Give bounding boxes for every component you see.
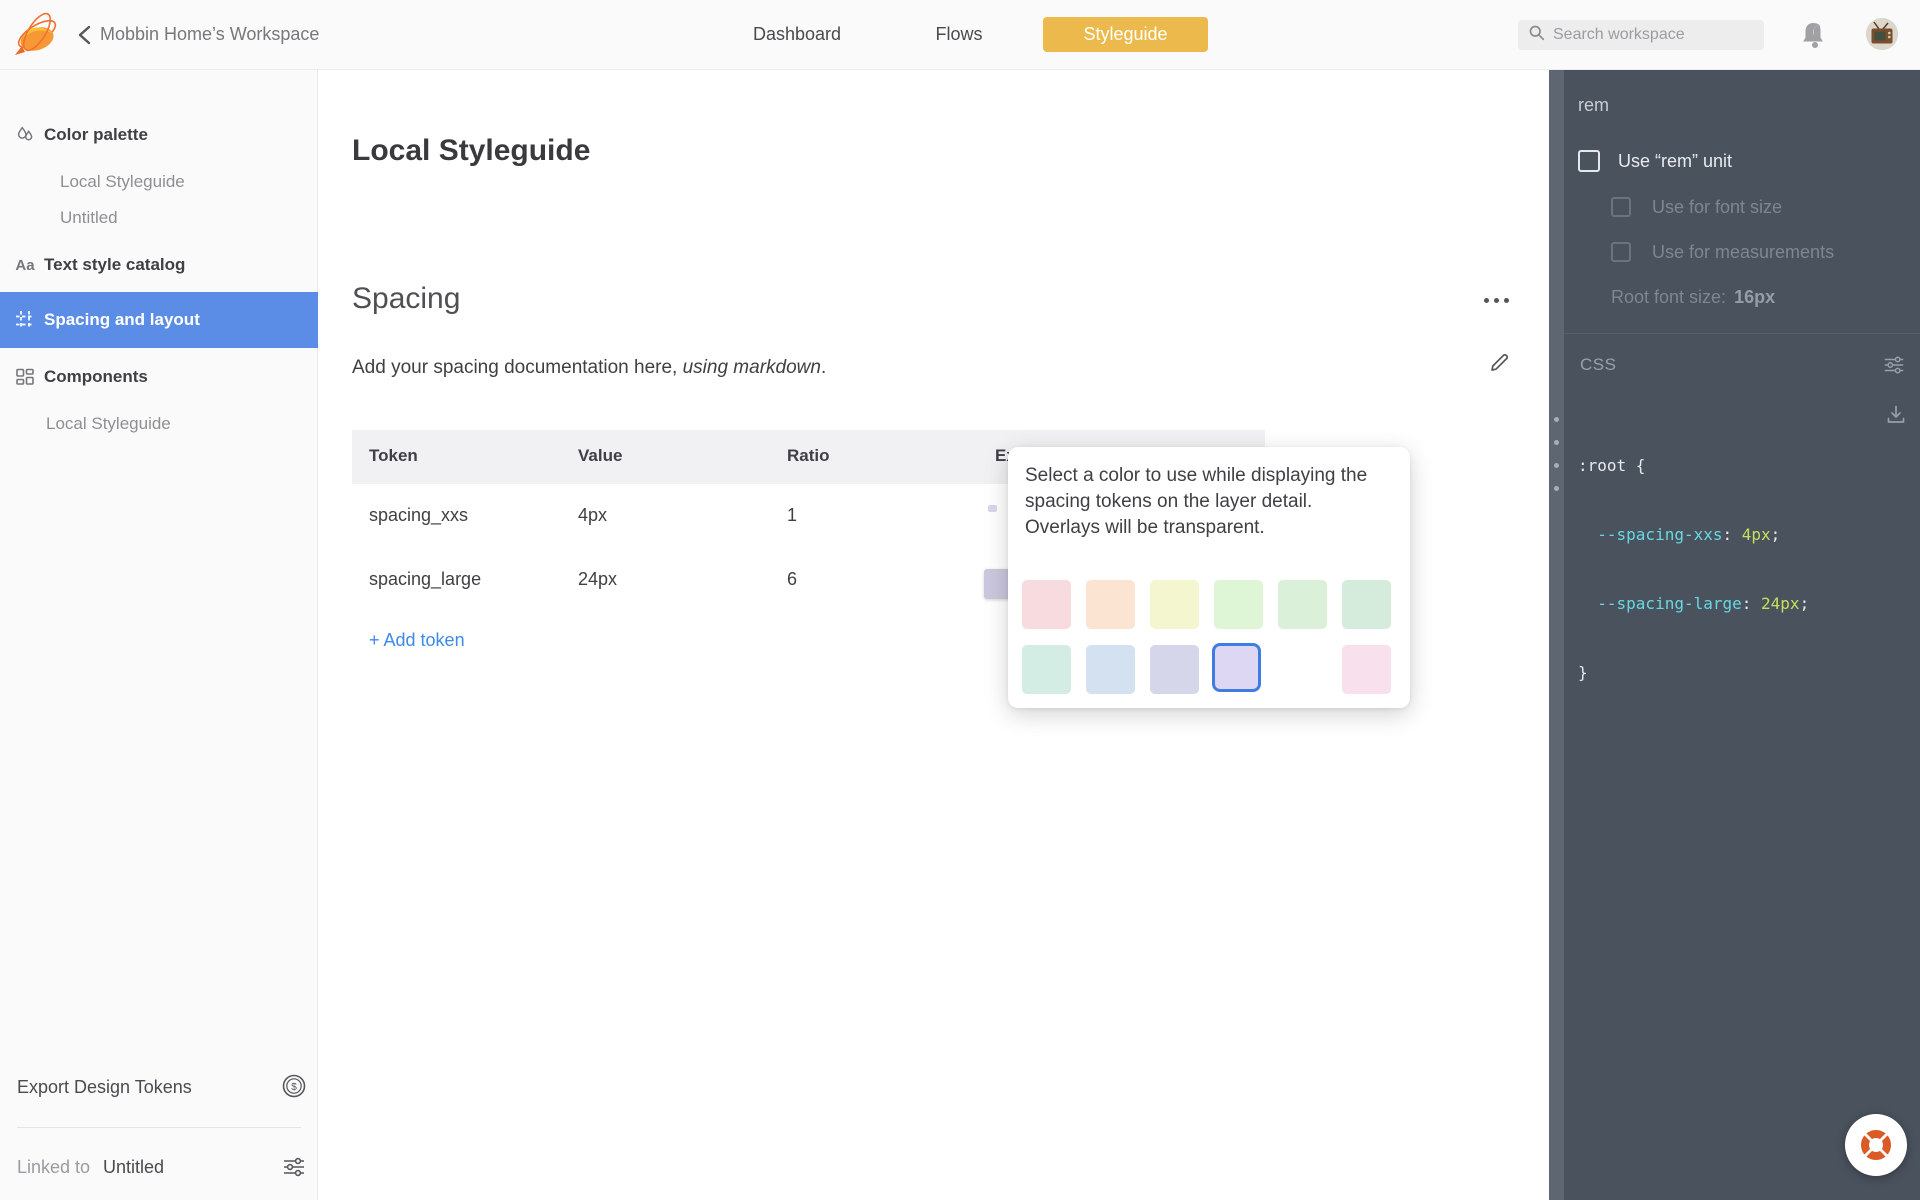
svg-text:$: $ — [291, 1082, 297, 1093]
color-swatch-yellow[interactable] — [1150, 580, 1199, 629]
color-swatch-green[interactable] — [1214, 580, 1263, 629]
use-for-measurements-label: Use for measurements — [1652, 242, 1835, 262]
use-for-font-size-label: Use for font size — [1652, 197, 1783, 217]
tab-styleguide[interactable]: Styleguide — [1043, 17, 1208, 52]
color-swatch-mint[interactable] — [1342, 580, 1391, 629]
export-design-tokens-button[interactable]: Export Design Tokens $ — [0, 1070, 318, 1106]
droplets-icon — [14, 124, 36, 146]
example-swatch-xxs — [988, 505, 997, 512]
sidebar-item-components[interactable]: Components — [0, 359, 318, 395]
search-input[interactable] — [1553, 26, 1753, 44]
tab-flows[interactable]: Flows — [935, 24, 982, 45]
help-lifebuoy-button[interactable] — [1845, 1114, 1907, 1176]
search-box[interactable] — [1518, 20, 1764, 50]
link-settings-sliders-icon[interactable] — [281, 1154, 307, 1180]
token-coin-icon: $ — [281, 1073, 307, 1099]
page-title: Local Styleguide — [352, 134, 591, 167]
lifebuoy-icon — [1861, 1130, 1891, 1160]
search-icon — [1528, 24, 1545, 46]
user-avatar[interactable] — [1866, 18, 1898, 50]
sidebar-item-spacing-and-layout[interactable]: Spacing and layout — [0, 292, 318, 348]
top-bar: Mobbin Home’s Workspace Dashboard Flows … — [0, 0, 1920, 70]
linked-to-row[interactable]: Linked to Untitled — [0, 1150, 318, 1186]
code-line: --spacing-xxs: 4px; — [1578, 525, 1781, 544]
color-swatch-lavender[interactable] — [1150, 645, 1199, 694]
add-token-button[interactable]: + Add token — [369, 630, 465, 651]
sidebar-item-untitled[interactable]: Untitled — [60, 208, 118, 228]
use-for-font-size-checkbox[interactable] — [1611, 197, 1631, 217]
app-window: Mobbin Home’s Workspace Dashboard Flows … — [0, 0, 1920, 1200]
color-swatch-purple-selected[interactable] — [1212, 643, 1261, 692]
workspace-title: Mobbin Home’s Workspace — [100, 24, 320, 44]
use-rem-label: Use “rem” unit — [1618, 151, 1733, 171]
code-line: } — [1578, 663, 1588, 682]
popover-description: Select a color to use while displaying t… — [1025, 465, 1368, 538]
section-menu-dots-icon[interactable] — [1484, 292, 1518, 308]
code-line: :root { — [1578, 456, 1646, 475]
zeplin-logo-icon[interactable] — [12, 10, 60, 60]
color-swatch-teal[interactable] — [1022, 645, 1071, 694]
panel-divider — [1564, 333, 1920, 334]
color-swatch-pink[interactable] — [1022, 580, 1071, 629]
use-rem-checkbox[interactable] — [1578, 150, 1600, 172]
sidebar-item-text-style-catalog[interactable]: Aa Text style catalog — [0, 247, 318, 283]
color-swatch-rose[interactable] — [1342, 645, 1391, 694]
css-code-block: :root { --spacing-xxs: 4px; --spacing-la… — [1578, 408, 1809, 730]
sidebar: Color palette Local Styleguide Untitled … — [0, 70, 318, 1200]
color-swatch-peach[interactable] — [1086, 580, 1135, 629]
components-icon — [14, 366, 36, 388]
tab-dashboard[interactable]: Dashboard — [753, 24, 841, 45]
text-style-icon: Aa — [15, 256, 35, 274]
overlay-color-popover: Select a color to use while displaying t… — [1008, 447, 1410, 708]
gutter-dot — [1554, 417, 1559, 422]
css-settings-sliders-icon[interactable] — [1882, 353, 1906, 377]
gutter-dot — [1554, 463, 1559, 468]
edit-pencil-icon[interactable] — [1488, 350, 1512, 374]
back-chevron-icon[interactable] — [76, 25, 94, 45]
download-css-icon[interactable] — [1884, 403, 1908, 427]
css-section-label: CSS — [1580, 355, 1617, 374]
section-description: Add your spacing documentation here, usi… — [352, 357, 827, 378]
notifications-bell-icon[interactable] — [1800, 21, 1826, 49]
sidebar-item-local-styleguide-components[interactable]: Local Styleguide — [46, 414, 171, 434]
sidebar-divider — [17, 1127, 301, 1128]
spacing-layout-icon — [14, 309, 36, 331]
code-line: --spacing-large: 24px; — [1578, 594, 1810, 613]
color-swatch-blue[interactable] — [1086, 645, 1135, 694]
gutter-dot — [1554, 440, 1559, 445]
sidebar-item-local-styleguide-colors[interactable]: Local Styleguide — [60, 172, 185, 192]
use-for-measurements-checkbox[interactable] — [1611, 242, 1631, 262]
rem-settings-panel: rem Use “rem” unit Use for font size Use… — [1564, 70, 1920, 1200]
section-title-spacing: Spacing — [352, 282, 461, 315]
panel-resize-gutter[interactable] — [1549, 70, 1564, 1200]
panel-title-rem: rem — [1578, 95, 1609, 115]
root-font-size: Root font size: 16px — [1611, 287, 1776, 307]
gutter-dot — [1554, 486, 1559, 491]
sidebar-item-color-palette[interactable]: Color palette — [0, 117, 318, 153]
color-swatch-softgreen[interactable] — [1278, 580, 1327, 629]
